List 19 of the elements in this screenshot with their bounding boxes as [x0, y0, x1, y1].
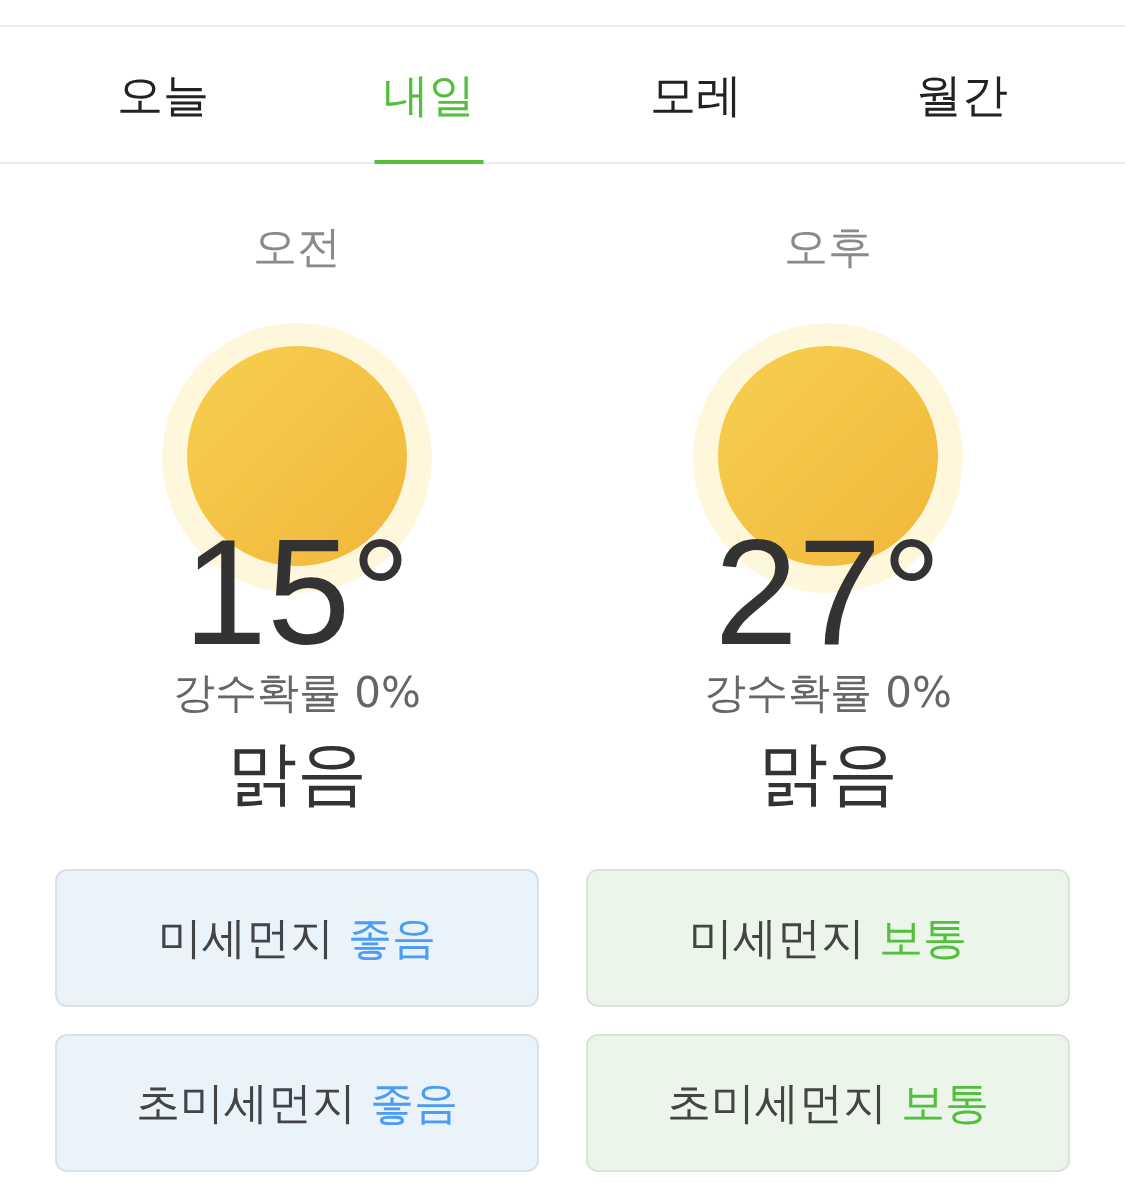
weather-condition: 맑음: [758, 733, 898, 813]
pollutant-label: 미세먼지: [689, 912, 865, 964]
precipitation-chance: 강수확률 0%: [173, 667, 421, 719]
temperature: 15°: [183, 517, 411, 667]
pollutant-label: 미세먼지: [158, 912, 334, 964]
air-quality-grade: 좋음: [370, 1077, 458, 1129]
pollutant-label: 초미세먼지: [136, 1077, 356, 1129]
pollutant-label: 초미세먼지: [667, 1077, 887, 1129]
tab[interactable]: 오늘: [30, 27, 297, 162]
air-quality-grade: 좋음: [348, 912, 436, 964]
tab[interactable]: 월간: [828, 27, 1095, 162]
period-label: 오후: [784, 221, 872, 273]
temperature: 27°: [714, 517, 942, 667]
air-quality-grade: 보통: [879, 912, 967, 964]
tab[interactable]: 모레: [562, 27, 829, 162]
weather-condition: 맑음: [227, 733, 367, 813]
precipitation-chance: 강수확률 0%: [704, 667, 952, 719]
air-quality-grade: 보통: [901, 1077, 989, 1129]
period-label: 오전: [253, 221, 341, 273]
